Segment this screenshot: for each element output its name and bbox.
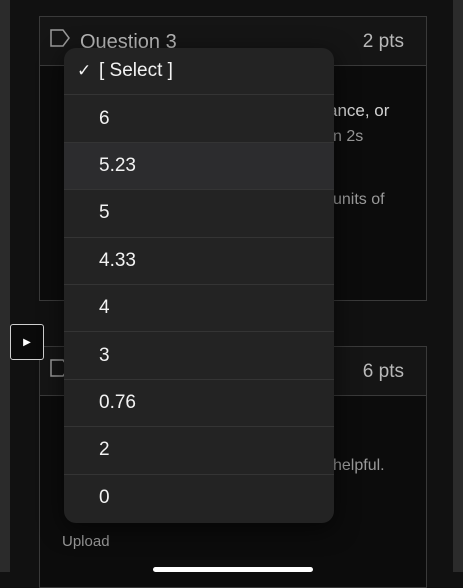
dropdown-option[interactable]: 2 bbox=[64, 427, 334, 475]
dropdown-option-label: 5.23 bbox=[99, 154, 136, 176]
question-text-fragment: ance, or bbox=[328, 101, 390, 120]
dropdown-option[interactable]: 5.23 bbox=[64, 142, 334, 191]
dropdown-option[interactable]: 6 bbox=[64, 95, 334, 143]
dropdown-option[interactable]: 4.33 bbox=[64, 238, 334, 285]
answer-dropdown-menu[interactable]: ✓ [ Select ] 6 5.23 5 4.33 4 3 0.76 2 0 bbox=[64, 48, 334, 523]
question-points: 6 pts bbox=[362, 361, 404, 382]
question-text-fragment: n 2s bbox=[333, 128, 364, 145]
home-indicator[interactable] bbox=[153, 567, 313, 572]
checkmark-icon: ✓ bbox=[77, 61, 92, 81]
question-text-fragment: units of bbox=[333, 191, 385, 208]
right-frame bbox=[453, 0, 463, 572]
dropdown-option[interactable]: 0 bbox=[64, 475, 334, 522]
dropdown-option-label: 4 bbox=[99, 297, 110, 319]
dropdown-option-label: 0.76 bbox=[99, 391, 136, 413]
dropdown-option-label: 0 bbox=[99, 487, 110, 509]
dropdown-option[interactable]: 5 bbox=[64, 190, 334, 238]
dropdown-option-label: 5 bbox=[99, 202, 110, 224]
dropdown-option[interactable]: 3 bbox=[64, 332, 334, 380]
dropdown-option-label: 4.33 bbox=[99, 249, 136, 271]
upload-label[interactable]: Upload bbox=[62, 533, 110, 550]
bookmark-icon[interactable] bbox=[50, 29, 70, 47]
dropdown-option-label: 6 bbox=[99, 107, 110, 129]
play-right-icon: ▶ bbox=[23, 336, 31, 348]
dropdown-option-label: 2 bbox=[99, 439, 110, 461]
dropdown-option-label: 3 bbox=[99, 344, 110, 366]
left-frame bbox=[0, 0, 10, 572]
dropdown-option[interactable]: 4 bbox=[64, 285, 334, 333]
dropdown-option-select[interactable]: ✓ [ Select ] bbox=[64, 48, 334, 96]
dropdown-option-label: [ Select ] bbox=[99, 60, 173, 82]
question-points: 2 pts bbox=[362, 31, 404, 52]
dropdown-option[interactable]: 0.76 bbox=[64, 380, 334, 428]
side-expand-button[interactable]: ▶ bbox=[10, 324, 44, 360]
question-text-fragment: helpful. bbox=[333, 457, 385, 474]
